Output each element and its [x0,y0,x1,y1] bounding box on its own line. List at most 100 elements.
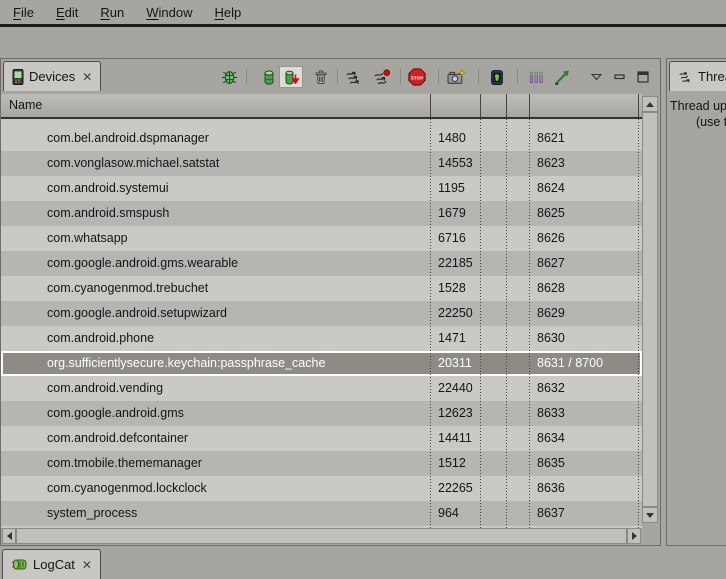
table-row[interactable]: com.google.android.gms.wearable221858627 [1,251,642,276]
tab-devices[interactable]: Devices ✕ [3,61,101,91]
process-port: 8626 [537,226,565,251]
process-name: org.sufficientlysecure.keychain:passphra… [47,351,325,376]
process-pid: 22250 [438,301,473,326]
table-row[interactable]: com.tmobile.thememanager15128635 [1,451,642,476]
table-row[interactable]: com.google.android.setupwizard222508629 [1,301,642,326]
process-name: com.android.vending [47,376,163,401]
threads-message-line1: Thread updates not enabled for selected … [670,99,726,113]
process-port: 8623 [537,151,565,176]
table-row[interactable]: system_process9648637 [1,501,642,526]
toolbar-separator [517,68,518,85]
column-header-name[interactable]: Name [1,98,42,112]
table-row[interactable]: com.android.phone 1471 8630 [1,326,642,351]
tab-threads-label: Threads [698,69,726,84]
view-hierarchy-icon[interactable] [527,68,545,86]
table-header[interactable]: Name [1,94,642,119]
process-pid: 1471 [438,326,466,351]
table-row[interactable]: com.android.smspush16798625 [1,201,642,226]
table-row[interactable]: com.cyanogenmod.trebuchet15288628 [1,276,642,301]
toolbar-separator [337,68,338,85]
table-row[interactable]: com.whatsapp67168626 [1,226,642,251]
vertical-scrollbar[interactable] [642,96,658,523]
update-threads-icon[interactable] [345,68,363,86]
scroll-left-button[interactable] [2,528,16,544]
screen-capture-icon[interactable] [447,68,465,86]
table-row[interactable]: com.vonglasow.michael.satstat 14553 8623 [1,151,642,176]
process-pid: 12623 [438,401,473,426]
ddms-window: { "menu_bar": { "items": ["File", "Edit"… [0,0,726,577]
process-name: system_process [47,501,137,526]
process-pid: 6716 [438,226,466,251]
process-name: com.android.phone [47,326,154,351]
threads-icon [678,70,693,84]
close-icon[interactable]: ✕ [82,559,92,571]
table-row[interactable]: org.sufficientlysecure.keychain:passphra… [1,351,642,376]
device-screen-icon[interactable] [488,68,506,86]
table-row[interactable]: com.android.defcontainer144118634 [1,426,642,451]
vertical-scroll-thumb[interactable] [642,112,658,507]
devices-view: Devices ✕ STOP [0,58,661,546]
maximize-icon[interactable] [634,68,652,86]
process-name: com.vonglasow.michael.satstat [47,151,219,176]
process-port: 8621 [537,126,565,151]
menu-run[interactable]: Run [89,2,135,23]
table-row[interactable]: com.android.vending224408632 [1,376,642,401]
process-port: 8636 [537,476,565,501]
process-table-body: com.bel.android.dspmanager14808621com.vo… [1,119,642,528]
process-port: 8630 [537,326,565,351]
scroll-down-button[interactable] [642,507,658,523]
process-pid: 22265 [438,476,473,501]
process-port: 8637 [537,501,565,526]
tab-logcat[interactable]: LogCat ✕ [2,549,101,579]
horizontal-scroll-thumb[interactable] [16,528,627,544]
toolbar-separator [246,68,247,85]
threads-panel: Threads Thread updates not enabled for s… [666,58,726,546]
process-pid: 1512 [438,451,466,476]
menu-help[interactable]: Help [203,2,252,23]
process-pid: 14553 [438,151,473,176]
process-pid: 20311 [438,351,472,376]
process-port: 8633 [537,401,565,426]
toolbar-separator [478,68,479,85]
view-menu-icon[interactable] [587,68,605,86]
process-name: com.cyanogenmod.lockclock [47,476,207,501]
column-separator [638,94,639,117]
process-port: 8635 [537,451,565,476]
threads-message-line2: (use toolbar button to enable) [696,115,726,129]
process-name: com.google.android.setupwizard [47,301,227,326]
minimize-icon[interactable] [610,68,628,86]
table-row[interactable]: com.cyanogenmod.lockclock 22265 8636 [1,476,642,501]
scroll-up-button[interactable] [642,96,658,112]
column-separator [529,94,530,117]
dump-hprof-icon[interactable] [279,66,303,88]
process-name: com.google.android.gms [47,401,184,426]
stop-process-icon[interactable]: STOP [408,68,426,86]
process-name: com.android.systemui [47,176,169,201]
process-name: com.google.android.gms.wearable [47,251,238,276]
table-row[interactable]: com.android.systemui11958624 [1,176,642,201]
menu-window[interactable]: Window [135,2,203,23]
toolbar-separator [400,68,401,85]
menu-bar: FileEditRunWindowHelp [0,0,726,27]
debug-process-icon[interactable] [220,68,238,86]
tab-threads[interactable]: Threads [669,61,726,91]
logcat-icon [11,557,28,572]
scroll-right-button[interactable] [627,528,641,544]
column-separator [480,94,481,117]
update-heap-icon[interactable] [260,68,278,86]
start-method-profiling-icon[interactable] [373,68,391,86]
process-name: com.bel.android.dspmanager [47,126,209,151]
phone-icon [12,69,24,85]
process-port: 8625 [537,201,565,226]
table-row[interactable]: com.google.android.gms 12623 8633 [1,401,642,426]
table-row[interactable]: com.bel.android.dspmanager14808621 [1,126,642,151]
menu-file[interactable]: File [2,2,45,23]
process-port: 8634 [537,426,565,451]
menu-edit[interactable]: Edit [45,2,89,23]
horizontal-scrollbar[interactable] [2,528,641,544]
cause-gc-icon[interactable] [312,68,330,86]
process-pid: 22185 [438,251,473,276]
column-separator [506,94,507,117]
start-tracing-icon[interactable] [553,68,571,86]
close-icon[interactable]: ✕ [82,71,92,83]
